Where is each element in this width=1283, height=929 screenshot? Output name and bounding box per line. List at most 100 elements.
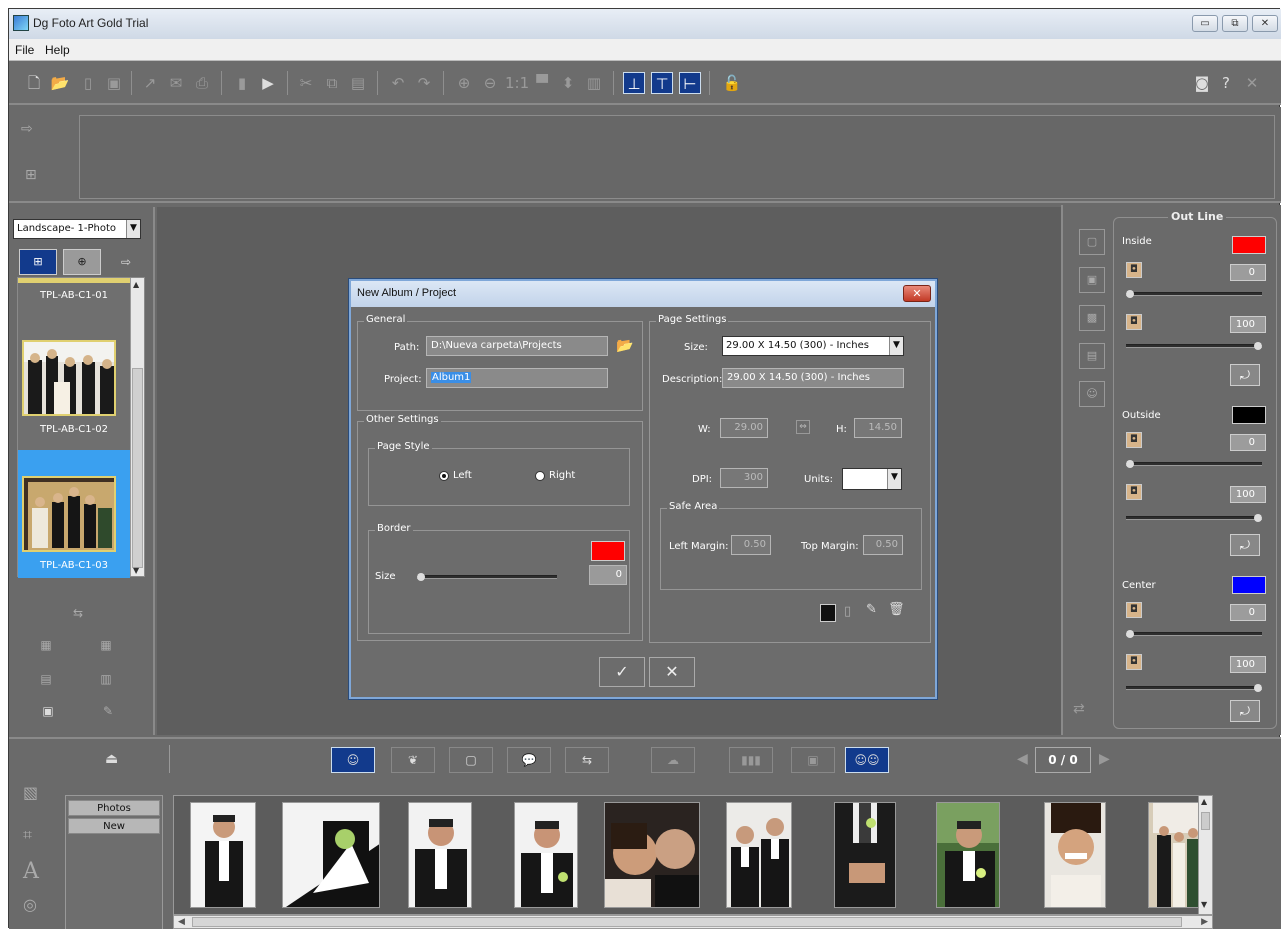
crop-icon[interactable]: ⌗ <box>23 825 32 845</box>
camera-icon[interactable]: ◙ <box>1191 72 1213 94</box>
close-button[interactable]: ✕ <box>1252 15 1278 32</box>
photo-thumbnail[interactable] <box>604 802 700 908</box>
project-field[interactable]: Album1 <box>426 368 608 388</box>
dialog-close-button[interactable]: ✕ <box>903 285 931 302</box>
scroll-thumb[interactable] <box>192 917 1182 927</box>
save-as-icon[interactable]: ▣ <box>103 72 125 94</box>
template-label[interactable]: TPL-AB-C1-02 <box>18 424 130 435</box>
width-field[interactable]: 29.00 <box>720 418 768 438</box>
save-preset-icon[interactable]: ▯ <box>844 604 851 619</box>
redo-icon[interactable]: ↷ <box>413 72 435 94</box>
scroll-down-icon[interactable]: ▼ <box>1201 900 1207 909</box>
bars-icon[interactable]: ▮▮▮ <box>729 747 773 773</box>
template-thumbnail[interactable] <box>22 340 116 416</box>
outside-color-swatch[interactable] <box>1232 406 1266 424</box>
people-icon[interactable]: ☺☺ <box>845 747 889 773</box>
fit-width-icon[interactable]: ⬍ <box>557 72 579 94</box>
border-size-value[interactable]: 0 <box>589 565 627 585</box>
new-file-icon[interactable]: 🗋 <box>23 72 45 94</box>
center-opacity-value[interactable]: 100 <box>1230 656 1266 673</box>
layout-d-icon[interactable]: ▥ <box>89 669 123 689</box>
play-icon[interactable]: ▶ <box>257 72 279 94</box>
template-thumbnail-selected[interactable] <box>22 476 116 552</box>
scroll-down-icon[interactable]: ▼ <box>133 566 139 575</box>
speech-bubble-icon[interactable]: 💬 <box>507 747 551 773</box>
layout-a-icon[interactable]: ▦ <box>29 635 63 655</box>
print-icon[interactable]: ⎙ <box>191 72 213 94</box>
maximize-button[interactable]: ⧉ <box>1222 15 1248 32</box>
clipart-icon[interactable]: ❦ <box>391 747 435 773</box>
menu-file[interactable]: File <box>15 43 34 57</box>
layout-b-icon[interactable]: ▦ <box>89 635 123 655</box>
center-width-slider[interactable] <box>1126 630 1262 638</box>
scroll-thumb[interactable] <box>1201 812 1210 830</box>
right-radio[interactable] <box>535 471 545 481</box>
border-size-slider[interactable] <box>417 573 557 581</box>
template-scrollbar[interactable]: ▲ ▼ <box>130 278 144 576</box>
center-opacity-slider[interactable] <box>1126 684 1262 692</box>
help-icon[interactable]: ? <box>1215 72 1237 94</box>
photo-thumbnail[interactable] <box>408 802 472 908</box>
browse-folder-icon[interactable]: 📂 <box>616 338 633 354</box>
height-field[interactable]: 14.50 <box>854 418 902 438</box>
add-page-icon[interactable]: ⊞ <box>25 167 37 183</box>
photo-import-icon[interactable]: ▧ <box>23 783 38 802</box>
inside-color-swatch[interactable] <box>1232 236 1266 254</box>
open-folder-icon[interactable]: 📂 <box>49 72 71 94</box>
copy-icon[interactable]: ⧉ <box>321 72 343 94</box>
left-radio[interactable] <box>439 471 449 481</box>
frame-icon[interactable]: ▢ <box>449 747 493 773</box>
outside-width-slider[interactable] <box>1126 460 1262 468</box>
inside-width-value[interactable]: 0 <box>1230 264 1266 281</box>
lock-icon[interactable]: 🔓 <box>721 72 743 94</box>
page-icon[interactable]: ▣ <box>31 701 65 721</box>
exit-icon[interactable]: ✕ <box>1241 72 1263 94</box>
units-select[interactable]: ▼ <box>842 468 902 490</box>
prev-page-icon[interactable]: ◀ <box>1017 751 1028 767</box>
inside-apply-button[interactable]: ⤾ <box>1230 364 1260 386</box>
black-page-icon[interactable] <box>820 604 836 622</box>
link-icon[interactable]: ⇔ <box>796 420 810 434</box>
frame-style-2-icon[interactable]: ▣ <box>1079 267 1105 293</box>
scroll-left-icon[interactable]: ◀ <box>178 917 185 927</box>
paste-icon[interactable]: ▤ <box>347 72 369 94</box>
align-bottom-icon[interactable]: ⊥ <box>623 72 645 94</box>
actual-size-icon[interactable]: 1:1 <box>505 72 529 94</box>
fit-screen-icon[interactable]: ▀ <box>531 72 553 94</box>
fit-height-icon[interactable]: ▥ <box>583 72 605 94</box>
template-label[interactable]: TPL-AB-C1-03 <box>18 560 130 571</box>
photo-thumbnail[interactable] <box>1044 802 1106 908</box>
photo-vscrollbar[interactable]: ▲ ▼ <box>1198 796 1212 914</box>
arrow-right-icon[interactable]: ⇨ <box>21 121 33 137</box>
align-left-icon[interactable]: ⊢ <box>679 72 701 94</box>
export-icon[interactable]: ↗ <box>139 72 161 94</box>
center-width-value[interactable]: 0 <box>1230 604 1266 621</box>
frame-style-5-icon[interactable]: ☺ <box>1079 381 1105 407</box>
description-field[interactable]: 29.00 X 14.50 (300) - Inches <box>722 368 904 388</box>
layout-c-icon[interactable]: ▤ <box>29 669 63 689</box>
add-template-icon[interactable]: ⊕ <box>63 249 101 275</box>
menu-help[interactable]: Help <box>45 43 70 57</box>
layout-select[interactable]: Landscape- 1-Photo ▼ <box>13 219 141 239</box>
mask-icon[interactable]: ☁ <box>651 747 695 773</box>
cancel-button[interactable]: ✕ <box>649 657 695 687</box>
delete-preset-icon[interactable]: 🗑 <box>888 602 905 617</box>
scroll-right-icon[interactable]: ▶ <box>1201 917 1208 927</box>
upload-icon[interactable]: ⏏ <box>105 751 118 767</box>
outside-apply-button[interactable]: ⤾ <box>1230 534 1260 556</box>
photo-thumbnail[interactable] <box>282 802 380 908</box>
minimize-button[interactable]: ▭ <box>1192 15 1218 32</box>
outside-opacity-value[interactable]: 100 <box>1230 486 1266 503</box>
outside-opacity-slider[interactable] <box>1126 514 1262 522</box>
frame-style-4-icon[interactable]: ▤ <box>1079 343 1105 369</box>
photo-thumbnail[interactable] <box>514 802 578 908</box>
inside-opacity-slider[interactable] <box>1126 342 1262 350</box>
email-icon[interactable]: ✉ <box>165 72 187 94</box>
text-tool-icon[interactable]: A <box>23 859 39 884</box>
photo-thumbnail[interactable] <box>726 802 792 908</box>
undo-icon[interactable]: ↶ <box>387 72 409 94</box>
photo-thumbnail[interactable] <box>834 802 896 908</box>
size-select[interactable]: 29.00 X 14.50 (300) - Inches ▼ <box>722 336 904 356</box>
replace-icon[interactable]: ⇆ <box>565 747 609 773</box>
zoom-in-icon[interactable]: ⊕ <box>453 72 475 94</box>
